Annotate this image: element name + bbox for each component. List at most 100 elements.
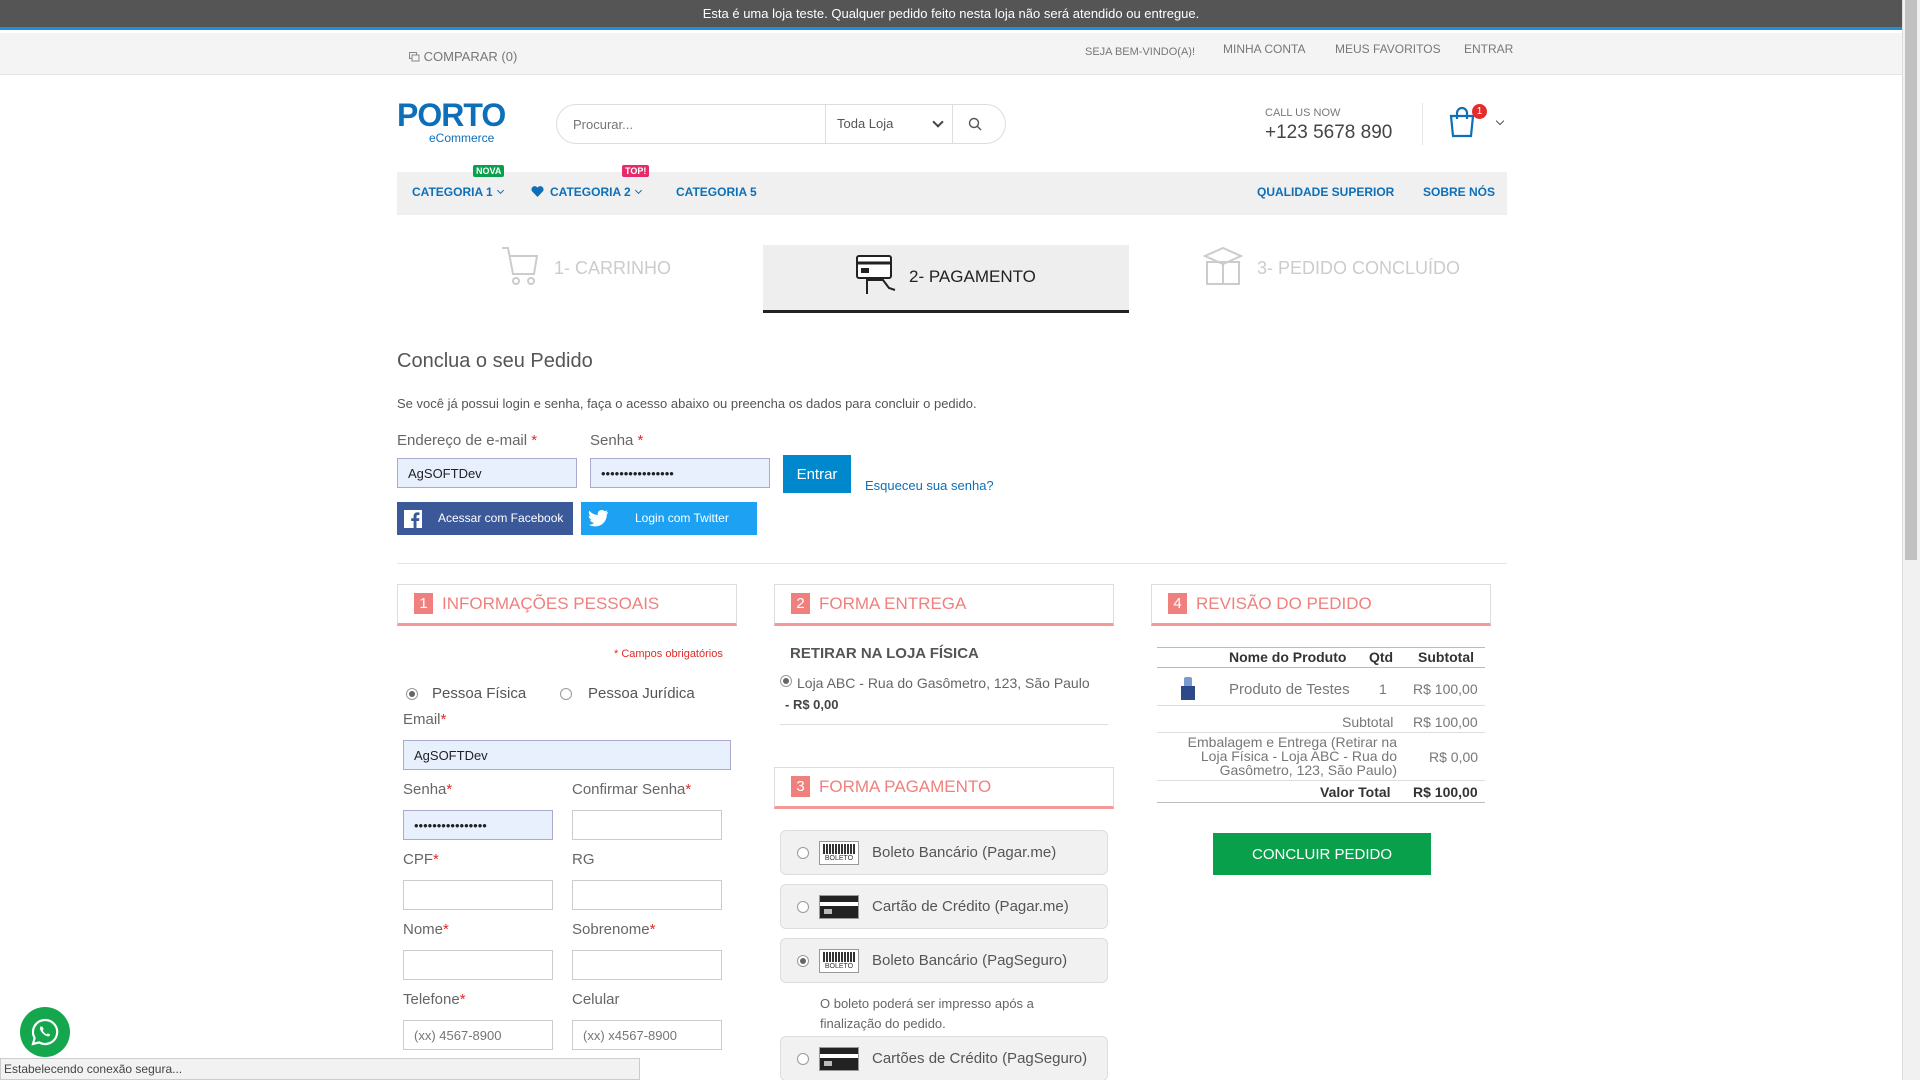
celular-input[interactable] [572,1020,722,1050]
product-thumbnail [1180,677,1196,701]
my-account-link[interactable]: MINHA CONTA [1223,42,1305,56]
telefone-label-text: Telefone [403,991,460,1008]
delivery-header: 2 FORMA ENTREGA [774,584,1114,626]
email-label-text: Email [403,711,441,728]
boleto-note: O boleto poderá ser impresso após a fina… [820,994,1034,1034]
payment-option-label: Cartão de Crédito (Pagar.me) [872,898,1069,915]
chevron-down-icon [932,116,944,128]
payment-option-boleto-pagarme[interactable]: BOLETO Boleto Bancário (Pagar.me) [780,830,1108,875]
review-shipping-line: Embalagem e Entrega (Retirar na [1187,734,1397,750]
search-bar: Toda Loja [556,104,1006,144]
favorites-link[interactable]: MEUS FAVORITOS [1335,42,1441,56]
senha-label-text: Senha [403,781,447,798]
payment-radio[interactable] [797,847,809,859]
step-payment-active: 2- PAGAMENTO [763,245,1129,313]
email-input[interactable] [403,740,731,770]
payment-option-label: Boleto Bancário (PagSeguro) [872,952,1068,969]
personal-info-header: 1 INFORMAÇÕES PESSOAIS [397,584,737,626]
twitter-icon [588,510,608,527]
search-scope-select[interactable]: Toda Loja [825,105,953,143]
facebook-login-button[interactable]: Acessar com Facebook [397,502,573,535]
payment-radio[interactable] [797,901,809,913]
cpf-input[interactable] [403,880,553,910]
logo[interactable]: PORTO [397,97,506,134]
confirm-senha-input[interactable] [572,810,722,840]
top-tag: TOP! [622,165,650,177]
delivery-divider [780,724,1108,725]
pessoa-fisica-radio[interactable] [406,688,418,700]
payment-radio[interactable] [797,1053,809,1065]
boleto-note-line: O boleto poderá ser impresso após a [820,996,1034,1011]
nav-categoria-2-label: CATEGORIA 2 [550,185,631,199]
telefone-input[interactable] [403,1020,553,1050]
senha-input[interactable] [403,810,553,840]
delivery-subtitle: RETIRAR NA LOJA FÍSICA [790,645,979,662]
payment-radio[interactable] [797,955,809,967]
delivery-number: 2 [791,593,810,614]
email-label: Email* [403,711,447,728]
nav-categoria-1-label: CATEGORIA 1 [412,185,493,199]
rg-input[interactable] [572,880,722,910]
concluir-pedido-button[interactable]: CONCLUIR PEDIDO [1213,833,1431,875]
review-col-qty: Qtd [1369,649,1394,665]
nav-qualidade-superior[interactable]: QUALIDADE SUPERIOR [1257,185,1394,199]
cpf-label: CPF* [403,851,439,868]
browser-status-bar: Estabelecendo conexão segura... [0,1058,640,1080]
scrollbar-thumb[interactable] [1905,0,1917,560]
credit-card-icon [819,1047,859,1071]
search-input[interactable] [573,105,828,143]
cpf-label-text: CPF [403,851,433,868]
confirm-senha-label-text: Confirmar Senha [572,781,686,798]
sobrenome-input[interactable] [572,950,722,980]
login-link[interactable]: ENTRAR [1464,42,1513,56]
login-intro: Se você já possui login e senha, faça o … [397,396,977,411]
delivery-option-label: Loja ABC - Rua do Gasômetro, 123, São Pa… [797,675,1090,691]
login-password-label: Senha * [590,432,644,449]
login-email-input[interactable] [397,458,577,488]
payment-option-label: Cartões de Crédito (PagSeguro) [872,1050,1088,1067]
nav-categoria-1[interactable]: CATEGORIA 1 [412,185,504,199]
personal-info-number: 1 [414,593,433,614]
step-cart-label: 1- CARRINHO [554,258,672,278]
review-table-top-line [1157,647,1485,648]
boleto-icon-text: BOLETO [824,855,854,862]
cart-chevron-down-icon[interactable] [1495,116,1505,126]
nav-categoria-2[interactable]: CATEGORIA 2 [531,185,642,199]
login-password-input[interactable] [590,458,770,488]
review-product-name: Produto de Testes [1229,681,1350,698]
delivery-option-radio[interactable] [780,675,792,687]
nome-label: Nome* [403,921,449,938]
login-email-label-text: Endereço de e-mail [397,432,528,449]
cart-count-badge: 1 [1472,104,1487,119]
review-col-subtotal: Subtotal [1418,649,1474,665]
nome-input[interactable] [403,950,553,980]
compare-link[interactable]: COMPARAR (0) [409,49,517,64]
whatsapp-icon [31,1018,59,1046]
search-button[interactable] [953,105,1005,143]
compare-label: COMPARAR (0) [423,49,518,64]
nav-categoria-5[interactable]: CATEGORIA 5 [676,185,757,199]
login-button[interactable]: Entrar [783,455,851,493]
review-subtotal-label: Subtotal [1342,714,1394,730]
credit-card-icon [819,895,859,919]
forgot-password-link[interactable]: Esqueceu sua senha? [865,478,994,493]
compare-icon [409,52,420,62]
heart-icon [531,186,544,197]
whatsapp-button[interactable] [20,1007,70,1057]
review-product-qty: 1 [1379,681,1387,697]
pessoa-juridica-radio[interactable] [560,688,572,700]
sobrenome-label-text: Sobrenome [572,921,650,938]
delivery-title: FORMA ENTREGA [819,594,967,613]
chevron-down-icon [496,186,504,195]
delivery-price: - R$ 0,00 [785,697,839,712]
payment-option-cartoes-pagseguro[interactable]: Cartões de Crédito (PagSeguro) [780,1036,1108,1080]
twitter-login-button[interactable]: Login com Twitter [581,502,757,535]
payment-option-cartao-pagarme[interactable]: Cartão de Crédito (Pagar.me) [780,884,1108,929]
step-done-label: 3- PEDIDO CONCLUÍDO [1257,258,1461,278]
boleto-icon-text: BOLETO [824,963,854,970]
review-shipping-line: Loja Física - Loja ABC - Rua do [1200,748,1397,764]
payment-option-boleto-pagseguro[interactable]: BOLETO Boleto Bancário (PagSeguro) [780,938,1108,983]
review-subtotal-value: R$ 100,00 [1413,714,1478,730]
call-us-number: +123 5678 890 [1265,122,1393,143]
nav-sobre-nos[interactable]: SOBRE NÓS [1423,185,1495,199]
